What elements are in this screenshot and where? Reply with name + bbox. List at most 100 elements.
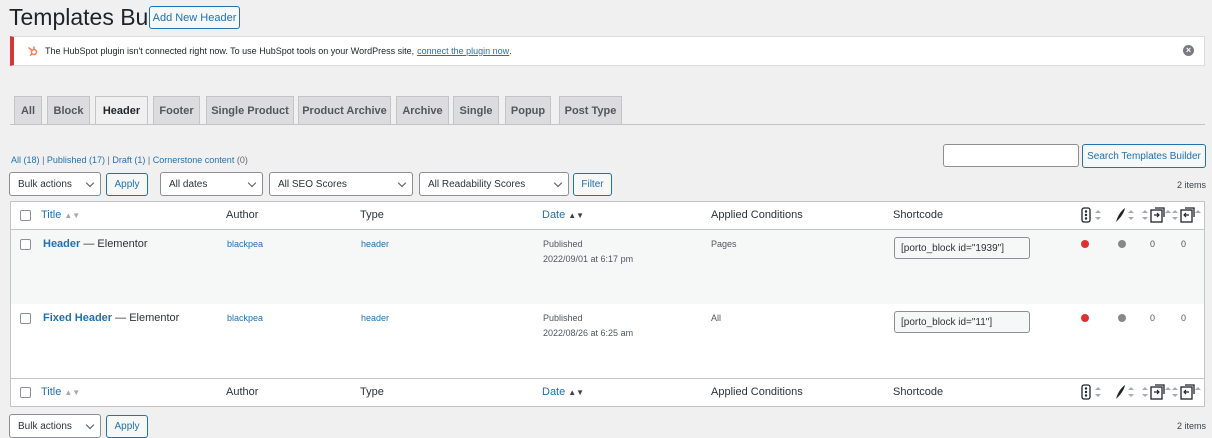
row-status: Published bbox=[543, 313, 583, 323]
filter-published-link[interactable]: Published (17) bbox=[47, 155, 105, 165]
tab-single[interactable]: Single bbox=[453, 96, 499, 125]
search-input[interactable] bbox=[943, 144, 1079, 167]
incoming-links-column-icon[interactable] bbox=[1171, 384, 1201, 403]
filter-cornerstone-count: (0) bbox=[236, 155, 248, 165]
tab-footer[interactable]: Footer bbox=[153, 96, 200, 125]
select-all-checkbox[interactable] bbox=[20, 387, 31, 398]
dates-filter-select[interactable]: All dates bbox=[160, 172, 263, 196]
chevron-down-icon bbox=[397, 178, 407, 188]
filter-all-link[interactable]: All (18) bbox=[11, 155, 40, 165]
date-footer-label: Date bbox=[542, 386, 566, 398]
outgoing-links-count: 0 bbox=[1150, 239, 1156, 249]
title-column-footer[interactable]: Title ▲▼ bbox=[41, 386, 80, 398]
dates-value: All dates bbox=[169, 178, 208, 190]
tab-product-archive[interactable]: Product Archive bbox=[298, 96, 391, 125]
connect-plugin-link[interactable]: connect the plugin now bbox=[417, 46, 509, 56]
notice-period: . bbox=[509, 46, 512, 56]
dismiss-notice-icon[interactable]: × bbox=[1183, 45, 1194, 56]
filter-all-label: All bbox=[11, 155, 22, 165]
filter-button[interactable]: Filter bbox=[573, 173, 612, 196]
row-conditions: Pages bbox=[711, 239, 737, 249]
row-title: Header — Elementor bbox=[43, 238, 148, 250]
readability-score-indicator bbox=[1118, 314, 1126, 322]
items-count-top: 2 items bbox=[1176, 180, 1206, 190]
row-checkbox[interactable] bbox=[20, 313, 31, 324]
apply-button-top[interactable]: Apply bbox=[106, 173, 148, 196]
filter-draft-count: (1) bbox=[134, 155, 146, 165]
tab-popup[interactable]: Popup bbox=[505, 96, 551, 125]
tab-header[interactable]: Header bbox=[95, 96, 148, 125]
readability-scores-select[interactable]: All Readability Scores bbox=[419, 172, 569, 196]
seo-score-column-icon[interactable] bbox=[1081, 384, 1103, 403]
sort-icon: ▲▼ bbox=[568, 387, 585, 397]
title-column-header[interactable]: Title ▲▼ bbox=[41, 209, 80, 221]
incoming-links-count: 0 bbox=[1181, 239, 1187, 249]
readability-score-indicator bbox=[1118, 240, 1126, 248]
shortcode-column-footer: Shortcode bbox=[893, 386, 944, 398]
tab-all[interactable]: All bbox=[14, 96, 42, 125]
hubspot-notice: The HubSpot plugin isn't connected right… bbox=[10, 36, 1205, 66]
outgoing-links-column-icon[interactable] bbox=[1141, 207, 1171, 226]
seo-score-indicator bbox=[1081, 314, 1089, 322]
row-date: 2022/09/01 at 6:17 pm bbox=[543, 254, 634, 264]
row-shortcode-field[interactable]: [porto_block id="11"] bbox=[894, 311, 1030, 333]
table-footer: Title ▲▼ Author Type Date ▲▼ Applied Condi… bbox=[11, 378, 1204, 406]
sort-icon: ▲▼ bbox=[64, 210, 81, 220]
items-count-bottom: 2 items bbox=[1176, 421, 1206, 431]
filter-cornerstone-link[interactable]: Cornerstone content bbox=[153, 155, 235, 165]
add-new-header-button[interactable]: Add New Header bbox=[149, 6, 240, 29]
separator: | bbox=[147, 155, 151, 165]
readability-score-column-icon[interactable] bbox=[1114, 207, 1136, 226]
row-checkbox[interactable] bbox=[20, 239, 31, 250]
title-footer-label: Title bbox=[41, 386, 62, 398]
row-date: 2022/08/26 at 6:25 am bbox=[543, 328, 634, 338]
row-status: Published bbox=[543, 239, 583, 249]
date-column-header[interactable]: Date ▲▼ bbox=[542, 209, 584, 221]
tab-post-type[interactable]: Post Type bbox=[559, 96, 622, 125]
bulk-actions-select-bottom[interactable]: Bulk actions bbox=[9, 414, 101, 438]
row-title-link[interactable]: Fixed Header bbox=[43, 312, 112, 324]
row-shortcode-field[interactable]: [porto_block id="1939"] bbox=[894, 237, 1030, 259]
seo-score-indicator bbox=[1081, 240, 1089, 248]
bulk-actions-value: Bulk actions bbox=[18, 420, 72, 432]
outgoing-links-column-icon[interactable] bbox=[1141, 384, 1171, 403]
shortcode-column-header: Shortcode bbox=[893, 209, 944, 221]
author-column-header: Author bbox=[226, 209, 259, 221]
sort-icon: ▲▼ bbox=[568, 210, 585, 220]
row-title-link[interactable]: Header bbox=[43, 238, 80, 250]
row-title-suffix: — Elementor bbox=[112, 312, 180, 324]
row-title-suffix: — Elementor bbox=[80, 238, 148, 250]
table-row: Fixed Header — Elementor blackpea header… bbox=[11, 304, 1204, 378]
row-type-link[interactable]: header bbox=[361, 239, 389, 249]
row-type-link[interactable]: header bbox=[361, 313, 389, 323]
type-column-footer: Type bbox=[360, 386, 384, 398]
readability-scores-value: All Readability Scores bbox=[428, 178, 526, 190]
readability-score-column-icon[interactable] bbox=[1114, 384, 1136, 403]
seo-scores-select[interactable]: All SEO Scores bbox=[269, 172, 413, 196]
search-templates-button[interactable]: Search Templates Builder bbox=[1082, 144, 1206, 168]
outgoing-links-count: 0 bbox=[1150, 313, 1156, 323]
date-column-footer[interactable]: Date ▲▼ bbox=[542, 386, 584, 398]
incoming-links-column-icon[interactable] bbox=[1171, 207, 1201, 226]
tab-block[interactable]: Block bbox=[47, 96, 90, 125]
filter-draft-label: Draft bbox=[112, 155, 132, 165]
filter-draft-link[interactable]: Draft (1) bbox=[112, 155, 145, 165]
bulk-actions-select-top[interactable]: Bulk actions bbox=[9, 172, 101, 196]
seo-score-column-icon[interactable] bbox=[1081, 207, 1103, 226]
apply-button-bottom[interactable]: Apply bbox=[106, 415, 148, 438]
incoming-links-count: 0 bbox=[1181, 313, 1187, 323]
notice-text: The HubSpot plugin isn't connected right… bbox=[45, 46, 415, 56]
row-conditions: All bbox=[711, 313, 722, 323]
row-author-link[interactable]: blackpea bbox=[227, 239, 263, 249]
chevron-down-icon bbox=[85, 420, 95, 430]
chevron-down-icon bbox=[247, 178, 257, 188]
tab-single-product[interactable]: Single Product bbox=[206, 96, 294, 125]
tabs-divider bbox=[10, 124, 1205, 125]
row-author-link[interactable]: blackpea bbox=[227, 313, 263, 323]
conditions-column-header: Applied Conditions bbox=[711, 209, 803, 221]
select-all-checkbox[interactable] bbox=[20, 210, 31, 221]
row-title: Fixed Header — Elementor bbox=[43, 312, 179, 324]
title-header-label: Title bbox=[41, 209, 62, 221]
table-header: Title ▲▼ Author Type Date ▲▼ Applied Condi… bbox=[11, 202, 1204, 230]
tab-archive[interactable]: Archive bbox=[396, 96, 449, 125]
